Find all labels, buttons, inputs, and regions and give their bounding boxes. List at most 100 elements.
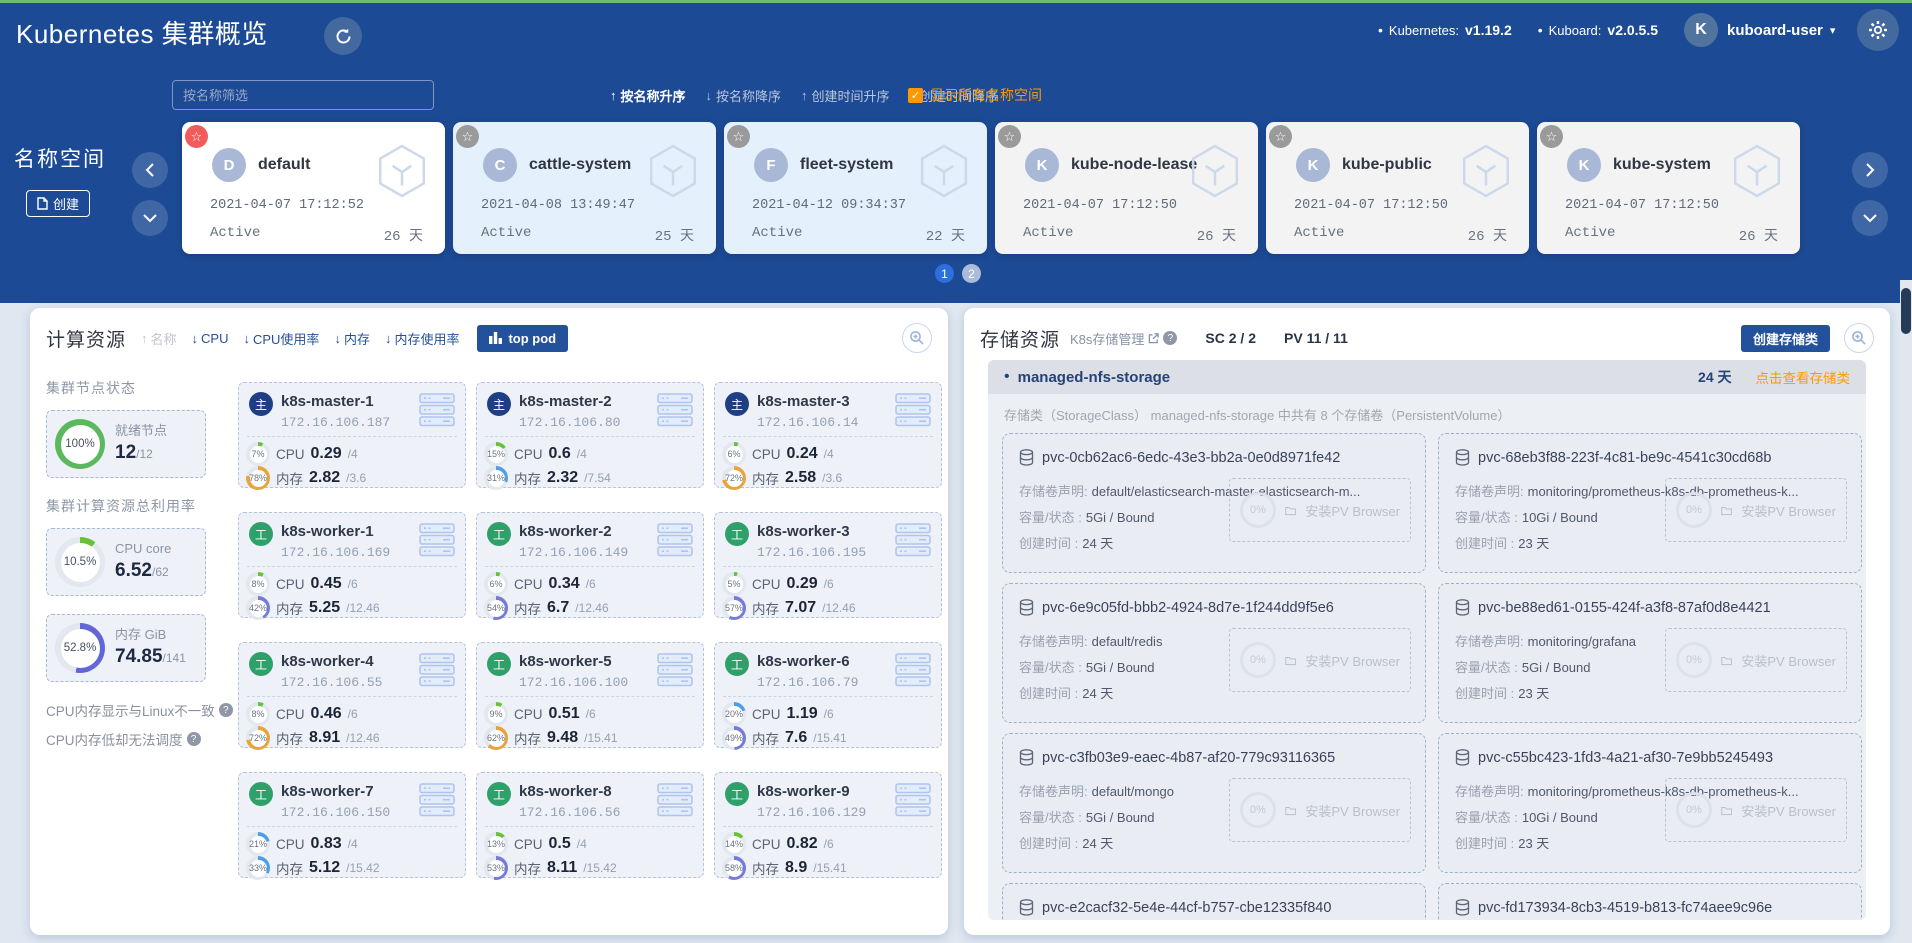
namespace-created: 2021-04-08 13:49:47 [481, 198, 635, 213]
install-pv-browser-button[interactable]: 0% 安装PV Browser [1665, 778, 1847, 842]
settings-button[interactable] [1857, 9, 1899, 51]
pv-created-row: 创建时间 :24 天 [1019, 683, 1113, 702]
node-card[interactable]: 工 k8s-worker-6 172.16.106.79 20% CPU 1.1… [714, 642, 942, 748]
cpu-usage-ring: 5% [722, 572, 746, 596]
pagination-dot[interactable]: 1 [935, 264, 954, 283]
node-card[interactable]: 工 k8s-worker-2 172.16.106.149 6% CPU 0.3… [476, 512, 704, 618]
help-link-cpu-mismatch[interactable]: CPU内存显示与Linux不一致? [46, 700, 218, 720]
cpu-value: 0.6 [549, 445, 571, 463]
install-pv-browser-button[interactable]: 0% 安装PV Browser [1665, 628, 1847, 692]
node-cpu-row: 20% CPU 1.19 /6 [722, 702, 834, 726]
pv-capacity-label: 容量/状态 : [1019, 810, 1082, 825]
install-pv-browser-button[interactable]: 0% 安装PV Browser [1229, 778, 1411, 842]
node-card[interactable]: 工 k8s-worker-9 172.16.106.129 14% CPU 0.… [714, 772, 942, 878]
memory-utilization-card[interactable]: 52.8% 内存 GiB 74.85/141 [46, 614, 206, 682]
node-sort-option[interactable]: ↓ CPU使用率 [243, 329, 319, 348]
memory-usage-ring: 57% [722, 596, 746, 620]
node-sort-option[interactable]: ↓ CPU [192, 331, 229, 346]
persistent-volume-card[interactable]: pvc-c55bc423-1fd3-4a21-af30-7e9bb5245493… [1438, 733, 1862, 873]
memory-label: 内存 [276, 598, 303, 618]
namespace-sort-option[interactable]: ↑ 按名称升序 [610, 86, 686, 105]
node-card[interactable]: 工 k8s-worker-1 172.16.106.169 8% CPU 0.4… [238, 512, 466, 618]
storageclass-summary: 存储类（StorageClass） managed-nfs-storage 中共… [988, 394, 1866, 424]
namespace-card[interactable]: ☆ K kube-node-lease 2021-04-07 17:12:50 … [995, 122, 1258, 254]
favorite-star-badge[interactable]: ☆ [1269, 125, 1292, 148]
refresh-button[interactable] [324, 17, 362, 55]
cpu-value: 0.83 [311, 835, 342, 853]
node-card[interactable]: 工 k8s-worker-8 172.16.106.56 13% CPU 0.5… [476, 772, 704, 878]
favorite-star-badge[interactable]: ☆ [456, 125, 479, 148]
pv-name: pvc-0cb62ac6-6edc-43e3-bb2a-0e0d8971fe42 [1042, 450, 1340, 466]
namespace-scroll-right-button[interactable] [1852, 152, 1888, 188]
persistent-volume-card[interactable]: pvc-c3fb03e9-eaec-4b87-af20-779c93116365… [1002, 733, 1426, 873]
cpu-usage-ring: 7% [246, 442, 270, 466]
install-pv-browser-button[interactable]: 0% 安装PV Browser [1229, 478, 1411, 542]
namespace-card[interactable]: ☆ K kube-public 2021-04-07 17:12:50 Acti… [1266, 122, 1529, 254]
folder-icon [1721, 504, 1732, 517]
top-pod-button[interactable]: top pod [477, 325, 568, 352]
node-cpu-row: 6% CPU 0.24 /4 [722, 442, 834, 466]
storage-manager-link[interactable]: K8s存储管理 ? [1070, 329, 1177, 348]
namespace-card[interactable]: ☆ F fleet-system 2021-04-12 09:34:37 Act… [724, 122, 987, 254]
storage-zoom-button[interactable] [1844, 323, 1874, 353]
show-all-namespaces-checkbox[interactable]: ✓ 显示所有名称空间 [908, 80, 1042, 110]
compute-zoom-button[interactable] [902, 323, 932, 353]
namespace-card[interactable]: ☆ C cattle-system 2021-04-08 13:49:47 Ac… [453, 122, 716, 254]
pv-claim-label: 存储卷声明: [1455, 634, 1524, 649]
node-sort-option[interactable]: ↓ 内存 [334, 329, 370, 348]
memory-gauge-label: 内存 GiB [115, 626, 186, 644]
memory-total: /15.41 [813, 731, 846, 745]
pv-name: pvc-c55bc423-1fd3-4a21-af30-7e9bb5245493 [1478, 750, 1773, 766]
node-name: k8s-worker-9 [757, 783, 850, 800]
persistent-volume-card[interactable]: pvc-e2cacf32-5e4e-44cf-b757-cbe12335f840… [1002, 883, 1426, 920]
user-menu[interactable]: K kuboard-user ▾ [1684, 13, 1835, 47]
node-card[interactable]: 工 k8s-worker-7 172.16.106.150 21% CPU 0.… [238, 772, 466, 878]
namespace-card[interactable]: ☆ D default 2021-04-07 17:12:52 Active 2… [182, 122, 445, 254]
install-pv-browser-button[interactable]: 0% 安装PV Browser [1665, 478, 1847, 542]
persistent-volume-card[interactable]: pvc-fd173934-8cb3-4519-b813-fc74aee9c96e… [1438, 883, 1862, 920]
favorite-star-badge[interactable]: ☆ [998, 125, 1021, 148]
persistent-volume-card[interactable]: pvc-be88ed61-0155-424f-a3f8-87af0d8e4421… [1438, 583, 1862, 723]
node-card[interactable]: 主 k8s-master-2 172.16.106.80 15% CPU 0.6… [476, 382, 704, 488]
persistent-volume-card[interactable]: pvc-0cb62ac6-6edc-43e3-bb2a-0e0d8971fe42… [1002, 433, 1426, 573]
node-card[interactable]: 主 k8s-master-3 172.16.106.14 6% CPU 0.24… [714, 382, 942, 488]
cpu-label: CPU [514, 837, 543, 852]
namespace-sort-option[interactable]: ↑ 创建时间升序 [801, 86, 890, 105]
namespace-scroll-left-button[interactable] [132, 152, 168, 188]
persistent-volume-card[interactable]: pvc-6e9c05fd-bbb2-4924-8d7e-1f244dd9f5e6… [1002, 583, 1426, 723]
create-namespace-button[interactable]: 创建 [26, 190, 90, 217]
favorite-star-badge[interactable]: ☆ [185, 125, 208, 148]
cpu-utilization-card[interactable]: 10.5% CPU core 6.52/62 [46, 528, 206, 596]
storageclass-name[interactable]: managed-nfs-storage [1018, 369, 1171, 386]
favorite-star-badge[interactable]: ☆ [727, 125, 750, 148]
node-card[interactable]: 工 k8s-worker-4 172.16.106.55 8% CPU 0.46… [238, 642, 466, 748]
pagination-dot[interactable]: 2 [962, 264, 981, 283]
cpu-label: CPU [276, 577, 305, 592]
page-scrollbar-track[interactable] [1900, 280, 1912, 943]
pv-name-row: pvc-0cb62ac6-6edc-43e3-bb2a-0e0d8971fe42 [1019, 449, 1340, 466]
namespace-card[interactable]: ☆ K kube-system 2021-04-07 17:12:50 Acti… [1537, 122, 1800, 254]
install-pv-browser-button[interactable]: 0% 安装PV Browser [1229, 628, 1411, 692]
node-card[interactable]: 主 k8s-master-1 172.16.106.187 7% CPU 0.2… [238, 382, 466, 488]
persistent-volume-card[interactable]: pvc-68eb3f88-223f-4c81-be9c-4541c30cd68b… [1438, 433, 1862, 573]
view-storageclass-link[interactable]: 点击查看存储类 [1756, 367, 1851, 387]
pv-usage-ring: 0% [1240, 642, 1276, 678]
node-card[interactable]: 工 k8s-worker-3 172.16.106.195 5% CPU 0.2… [714, 512, 942, 618]
namespace-sort-option[interactable]: ↓ 按名称降序 [706, 86, 782, 105]
namespace-collapse-button-right[interactable] [1852, 200, 1888, 236]
install-pv-browser-label: 安装PV Browser [1741, 801, 1836, 820]
pv-name: pvc-be88ed61-0155-424f-a3f8-87af0d8e4421 [1478, 600, 1771, 616]
node-card[interactable]: 工 k8s-worker-5 172.16.106.100 9% CPU 0.5… [476, 642, 704, 748]
help-link-unschedulable[interactable]: CPU内存低却无法调度? [46, 729, 218, 749]
node-sort-option[interactable]: ↑ 名称 [141, 329, 177, 348]
node-cpu-row: 9% CPU 0.51 /6 [484, 702, 596, 726]
page-scrollbar-thumb[interactable] [1901, 288, 1911, 334]
node-sort-option[interactable]: ↓ 内存使用率 [385, 329, 460, 348]
ready-nodes-card[interactable]: 100% 就绪节点 12/12 [46, 410, 206, 478]
namespace-age: 26 天 [1739, 225, 1778, 245]
namespace-filter-input[interactable] [172, 80, 434, 110]
namespace-collapse-button-left[interactable] [132, 200, 168, 236]
create-storageclass-button[interactable]: 创建存储类 [1741, 325, 1830, 352]
kubernetes-label: Kubernetes: [1389, 23, 1459, 38]
favorite-star-badge[interactable]: ☆ [1540, 125, 1563, 148]
